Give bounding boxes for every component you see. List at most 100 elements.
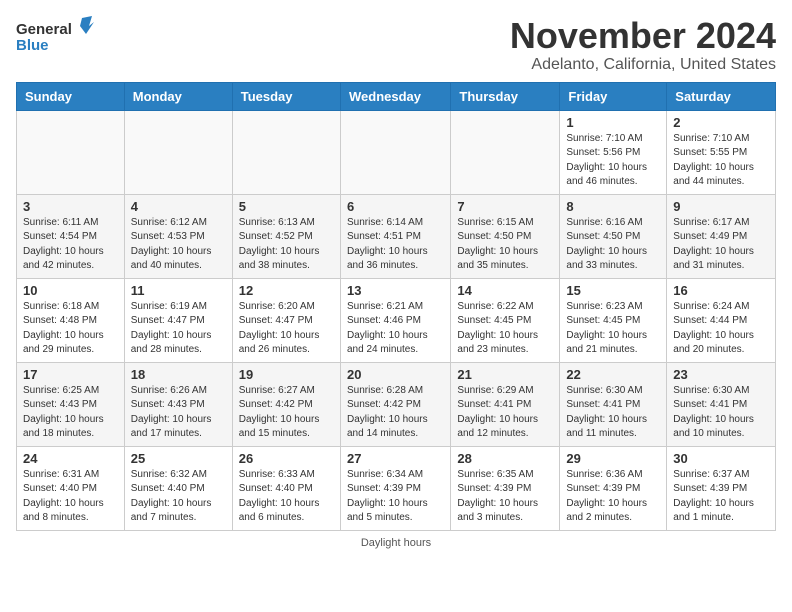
calendar-day (232, 110, 340, 194)
day-info: Sunrise: 6:28 AM Sunset: 4:42 PM Dayligh… (347, 384, 444, 442)
calendar-day: 3 Sunrise: 6:11 AM Sunset: 4:54 PM Daylig… (17, 194, 125, 278)
day-info: Sunrise: 6:17 AM Sunset: 4:49 PM Dayligh… (673, 216, 769, 274)
calendar-day: 6Sunrise: 6:14 AM Sunset: 4:51 PM Daylig… (340, 194, 450, 278)
day-info: Sunrise: 6:34 AM Sunset: 4:39 PM Dayligh… (347, 468, 444, 526)
day-number: 11 (131, 283, 226, 298)
calendar-day: 7Sunrise: 6:15 AM Sunset: 4:50 PM Daylig… (451, 194, 560, 278)
day-number: 7 (457, 199, 553, 214)
day-number: 10 (23, 283, 118, 298)
column-header-wednesday: Wednesday (340, 82, 450, 110)
calendar-day: 12Sunrise: 6:20 AM Sunset: 4:47 PM Dayli… (232, 278, 340, 362)
calendar-table: SundayMondayTuesdayWednesdayThursdayFrid… (16, 82, 776, 531)
calendar-day (340, 110, 450, 194)
day-info: Sunrise: 6:12 AM Sunset: 4:53 PM Dayligh… (131, 216, 226, 274)
day-info: Sunrise: 6:27 AM Sunset: 4:42 PM Dayligh… (239, 384, 334, 442)
day-info: Sunrise: 6:23 AM Sunset: 4:45 PM Dayligh… (566, 300, 660, 358)
calendar-day: 25 Sunrise: 6:32 AM Sunset: 4:40 PM Dayli… (124, 446, 232, 530)
calendar-week-4: 17 Sunrise: 6:25 AM Sunset: 4:43 PM Dayli… (17, 362, 776, 446)
logo: GeneralBlue (16, 16, 96, 58)
day-info: Sunrise: 6:30 AM Sunset: 4:41 PM Dayligh… (673, 384, 769, 442)
day-number: 8 (566, 199, 660, 214)
day-number: 16 (673, 283, 769, 298)
column-header-friday: Friday (560, 82, 667, 110)
calendar-day (124, 110, 232, 194)
calendar-day: 10 Sunrise: 6:18 AM Sunset: 4:48 PM Dayli… (17, 278, 125, 362)
calendar-day: 28 Sunrise: 6:35 AM Sunset: 4:39 PM Dayli… (451, 446, 560, 530)
day-number: 25 (131, 451, 226, 466)
day-number: 23 (673, 367, 769, 382)
calendar-day: 11Sunrise: 6:19 AM Sunset: 4:47 PM Dayli… (124, 278, 232, 362)
day-info: Sunrise: 6:31 AM Sunset: 4:40 PM Dayligh… (23, 468, 118, 526)
calendar-day: 1 Sunrise: 7:10 AM Sunset: 5:56 PM Daylig… (560, 110, 667, 194)
day-number: 2 (673, 115, 769, 130)
day-number: 28 (457, 451, 553, 466)
day-info: Sunrise: 6:13 AM Sunset: 4:52 PM Dayligh… (239, 216, 334, 274)
calendar-week-1: 1 Sunrise: 7:10 AM Sunset: 5:56 PM Daylig… (17, 110, 776, 194)
day-number: 9 (673, 199, 769, 214)
day-number: 27 (347, 451, 444, 466)
calendar-day: 29 Sunrise: 6:36 AM Sunset: 4:39 PM Dayli… (560, 446, 667, 530)
day-info: Sunrise: 6:14 AM Sunset: 4:51 PM Dayligh… (347, 216, 444, 274)
day-number: 13 (347, 283, 444, 298)
month-year-title: November 2024 (510, 16, 776, 56)
calendar-day: 24Sunrise: 6:31 AM Sunset: 4:40 PM Dayli… (17, 446, 125, 530)
day-info: Sunrise: 6:35 AM Sunset: 4:39 PM Dayligh… (457, 468, 553, 526)
daylight-label: Daylight hours (361, 537, 431, 549)
calendar-day: 26Sunrise: 6:33 AM Sunset: 4:40 PM Dayli… (232, 446, 340, 530)
day-number: 5 (239, 199, 334, 214)
day-info: Sunrise: 6:25 AM Sunset: 4:43 PM Dayligh… (23, 384, 118, 442)
calendar-day: 18 Sunrise: 6:26 AM Sunset: 4:43 PM Dayli… (124, 362, 232, 446)
calendar-day (17, 110, 125, 194)
calendar-day: 21 Sunrise: 6:29 AM Sunset: 4:41 PM Dayli… (451, 362, 560, 446)
calendar-day: 13 Sunrise: 6:21 AM Sunset: 4:46 PM Dayli… (340, 278, 450, 362)
calendar-week-5: 24Sunrise: 6:31 AM Sunset: 4:40 PM Dayli… (17, 446, 776, 530)
column-header-sunday: Sunday (17, 82, 125, 110)
day-number: 3 (23, 199, 118, 214)
day-number: 29 (566, 451, 660, 466)
day-number: 1 (566, 115, 660, 130)
calendar-day: 27 Sunrise: 6:34 AM Sunset: 4:39 PM Dayli… (340, 446, 450, 530)
calendar-day: 5 Sunrise: 6:13 AM Sunset: 4:52 PM Daylig… (232, 194, 340, 278)
calendar-footer: Daylight hours (16, 537, 776, 549)
calendar-day: 4Sunrise: 6:12 AM Sunset: 4:53 PM Daylig… (124, 194, 232, 278)
day-info: Sunrise: 6:37 AM Sunset: 4:39 PM Dayligh… (673, 468, 769, 526)
day-number: 20 (347, 367, 444, 382)
calendar-day: 22Sunrise: 6:30 AM Sunset: 4:41 PM Dayli… (560, 362, 667, 446)
calendar-day: 23 Sunrise: 6:30 AM Sunset: 4:41 PM Dayli… (667, 362, 776, 446)
day-info: Sunrise: 6:30 AM Sunset: 4:41 PM Dayligh… (566, 384, 660, 442)
day-info: Sunrise: 6:29 AM Sunset: 4:41 PM Dayligh… (457, 384, 553, 442)
title-area: November 2024 Adelanto, California, Unit… (510, 16, 776, 74)
day-info: Sunrise: 6:18 AM Sunset: 4:48 PM Dayligh… (23, 300, 118, 358)
calendar-day (451, 110, 560, 194)
calendar-week-2: 3 Sunrise: 6:11 AM Sunset: 4:54 PM Daylig… (17, 194, 776, 278)
calendar-day: 8 Sunrise: 6:16 AM Sunset: 4:50 PM Daylig… (560, 194, 667, 278)
svg-text:Blue: Blue (16, 37, 49, 54)
day-number: 17 (23, 367, 118, 382)
day-info: Sunrise: 6:33 AM Sunset: 4:40 PM Dayligh… (239, 468, 334, 526)
day-info: Sunrise: 7:10 AM Sunset: 5:56 PM Dayligh… (566, 132, 660, 190)
page-header: GeneralBlue November 2024 Adelanto, Cali… (16, 16, 776, 74)
day-info: Sunrise: 6:16 AM Sunset: 4:50 PM Dayligh… (566, 216, 660, 274)
day-info: Sunrise: 6:26 AM Sunset: 4:43 PM Dayligh… (131, 384, 226, 442)
calendar-day: 30 Sunrise: 6:37 AM Sunset: 4:39 PM Dayli… (667, 446, 776, 530)
calendar-day: 14Sunrise: 6:22 AM Sunset: 4:45 PM Dayli… (451, 278, 560, 362)
day-number: 19 (239, 367, 334, 382)
location-subtitle: Adelanto, California, United States (510, 56, 776, 74)
column-header-monday: Monday (124, 82, 232, 110)
day-info: Sunrise: 6:11 AM Sunset: 4:54 PM Dayligh… (23, 216, 118, 274)
day-info: Sunrise: 6:36 AM Sunset: 4:39 PM Dayligh… (566, 468, 660, 526)
calendar-day: 9 Sunrise: 6:17 AM Sunset: 4:49 PM Daylig… (667, 194, 776, 278)
day-number: 18 (131, 367, 226, 382)
day-number: 12 (239, 283, 334, 298)
day-number: 14 (457, 283, 553, 298)
day-number: 30 (673, 451, 769, 466)
calendar-day: 17 Sunrise: 6:25 AM Sunset: 4:43 PM Dayli… (17, 362, 125, 446)
calendar-day: 19 Sunrise: 6:27 AM Sunset: 4:42 PM Dayli… (232, 362, 340, 446)
day-number: 21 (457, 367, 553, 382)
day-info: Sunrise: 7:10 AM Sunset: 5:55 PM Dayligh… (673, 132, 769, 190)
day-info: Sunrise: 6:21 AM Sunset: 4:46 PM Dayligh… (347, 300, 444, 358)
calendar-day: 2 Sunrise: 7:10 AM Sunset: 5:55 PM Daylig… (667, 110, 776, 194)
day-info: Sunrise: 6:32 AM Sunset: 4:40 PM Dayligh… (131, 468, 226, 526)
column-header-tuesday: Tuesday (232, 82, 340, 110)
day-number: 15 (566, 283, 660, 298)
